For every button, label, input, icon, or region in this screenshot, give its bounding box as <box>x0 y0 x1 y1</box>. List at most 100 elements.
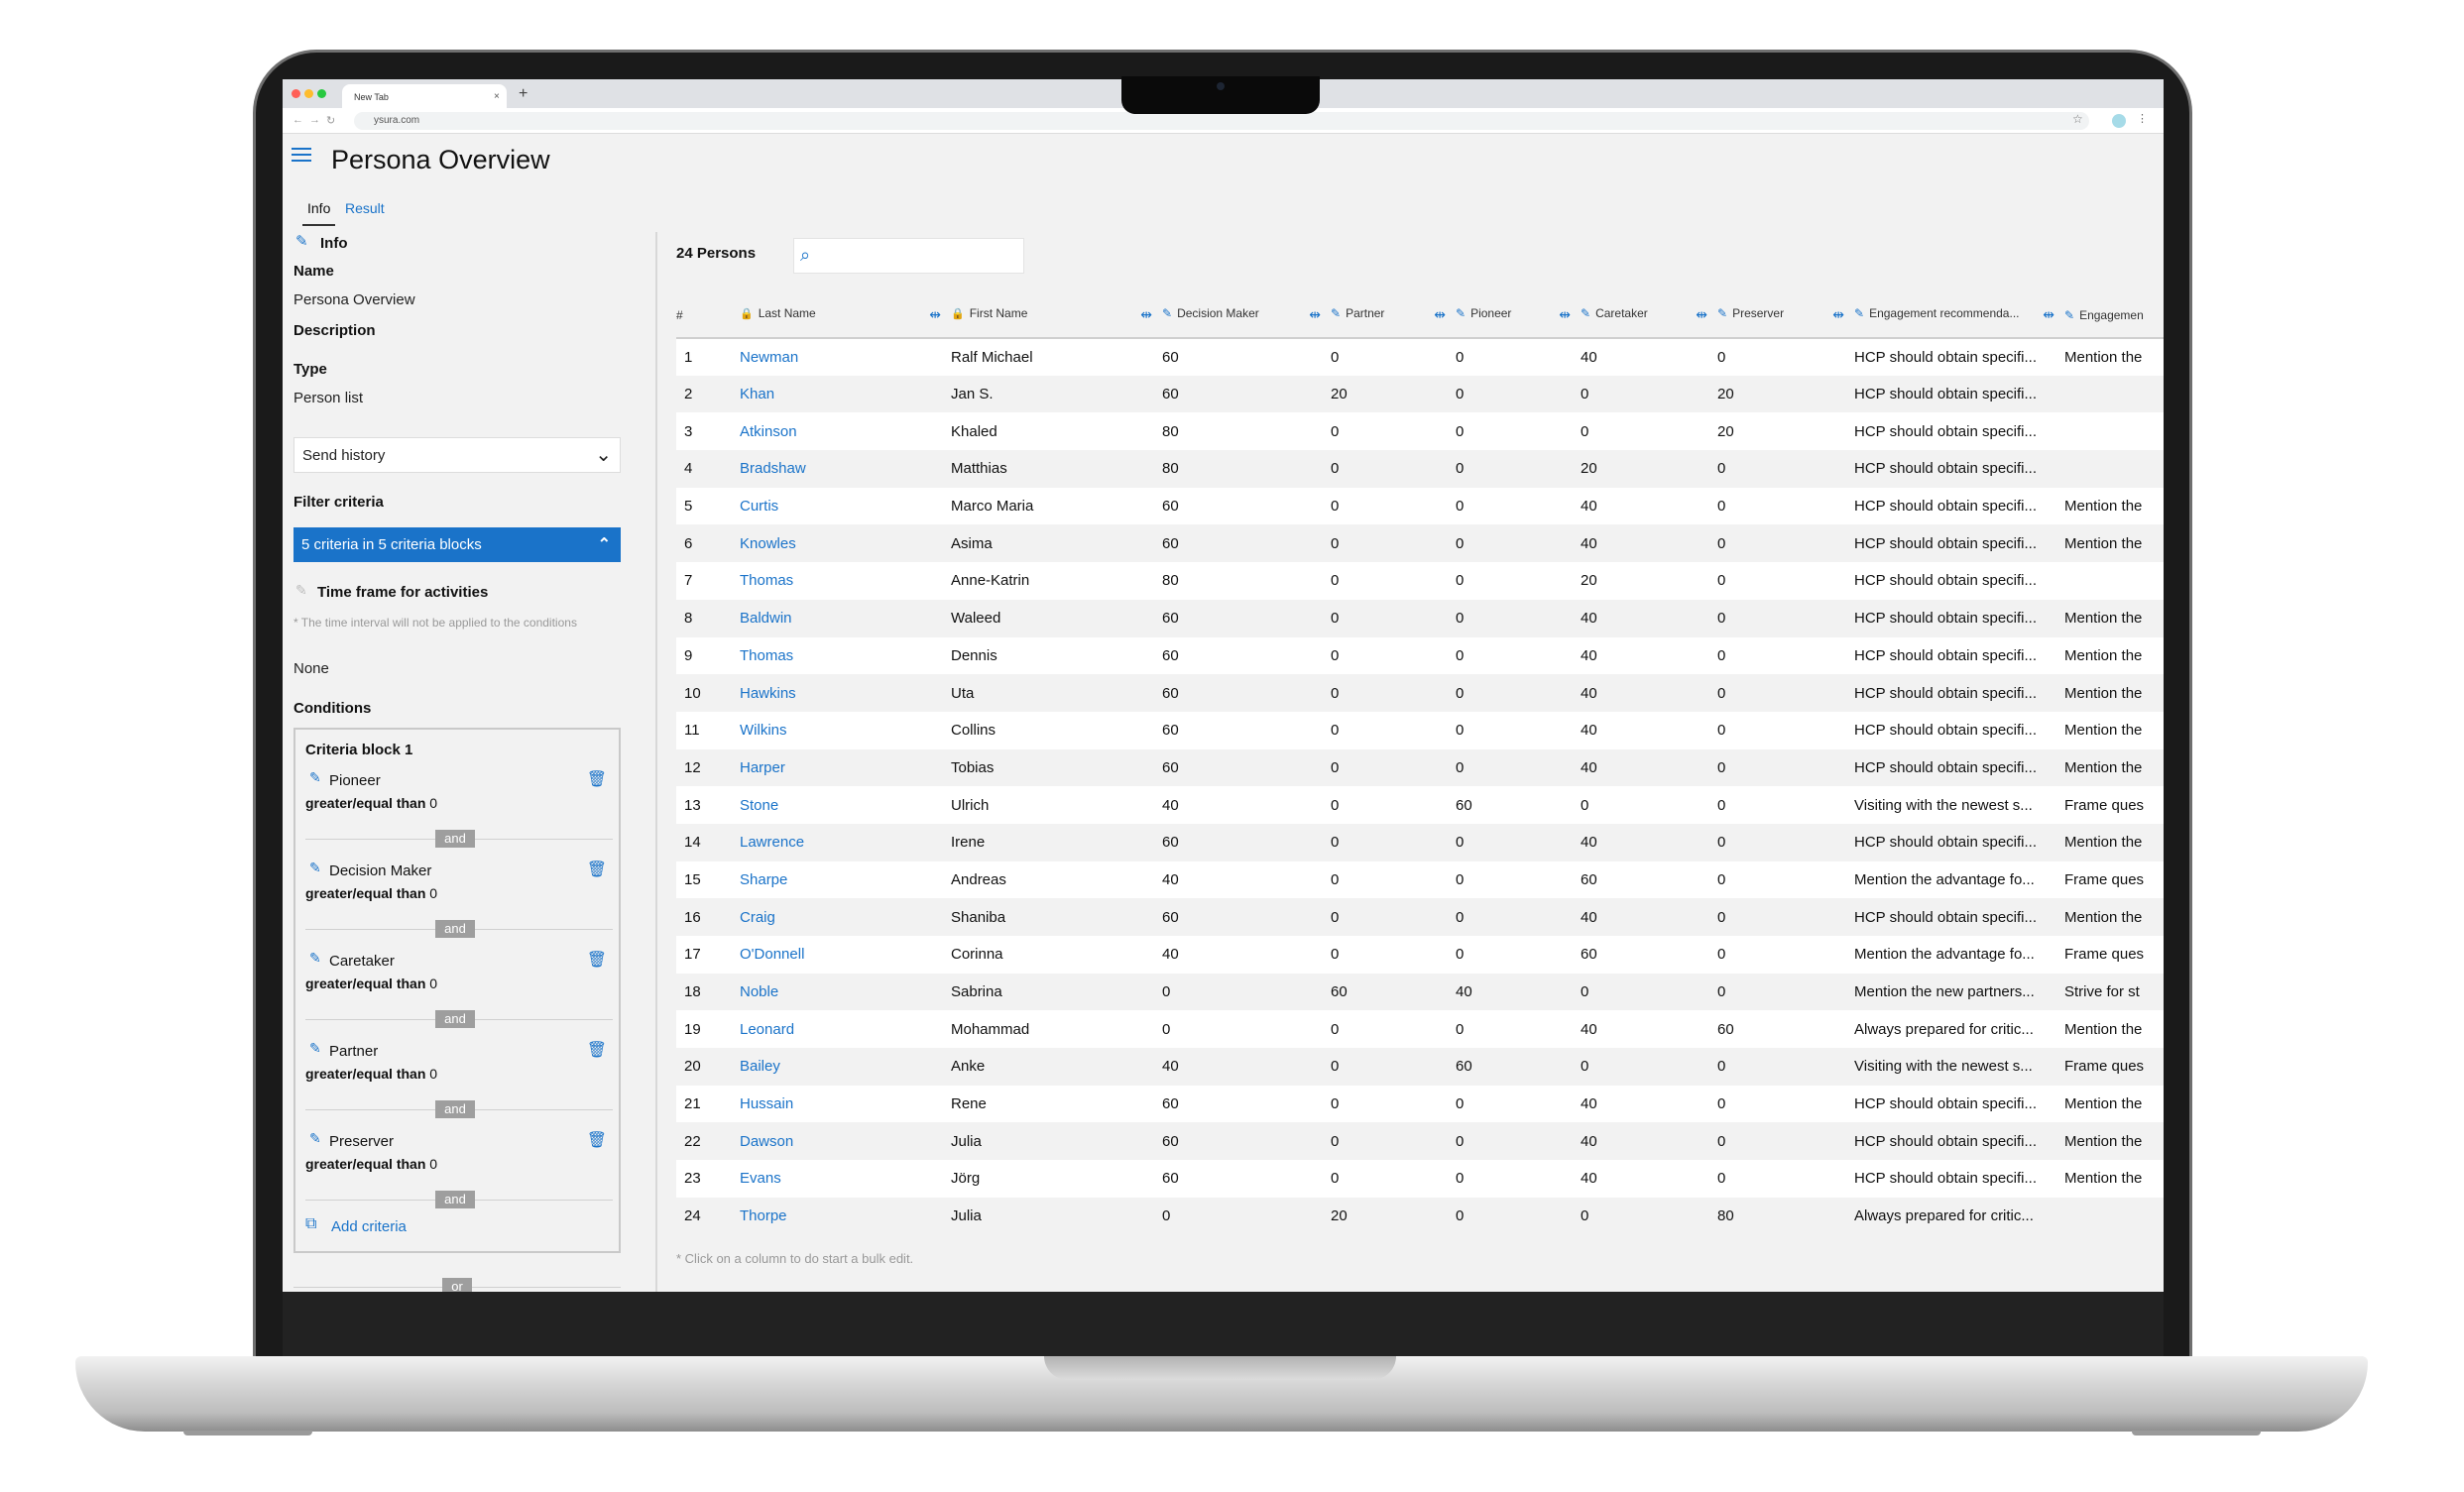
hamburger-icon[interactable] <box>292 148 311 164</box>
last-name-link[interactable]: O'Donnell <box>740 936 951 974</box>
last-name-link[interactable]: Leonard <box>740 1010 951 1049</box>
column-header-decision-maker[interactable]: ✎ Decision Maker ⇹ <box>1162 292 1331 339</box>
table-row[interactable]: 7 Thomas Anne-Katrin 80 0 0 20 0 HCP should obta… <box>676 562 2164 600</box>
last-name-link[interactable]: Knowles <box>740 524 951 563</box>
url-field[interactable]: ysura.com <box>354 112 2089 130</box>
table-row[interactable]: 2 Khan Jan S. 60 20 0 0 20 HCP should obtain spe… <box>676 375 2164 413</box>
table-row[interactable]: 1 Newman Ralf Michael 60 0 0 40 0 HCP should obt… <box>676 338 2164 376</box>
criteria-summary-toggle[interactable]: 5 criteria in 5 criteria blocks ⌃ <box>293 527 621 562</box>
column-header-engagement-recommendation[interactable]: ✎ Engagement recommenda... ⇹ <box>1854 292 2064 339</box>
reload-icon[interactable]: ↻ <box>326 114 335 127</box>
last-name-link[interactable]: Evans <box>740 1160 951 1198</box>
column-header-pioneer[interactable]: ✎ Pioneer ⇹ <box>1456 292 1581 339</box>
edit-pencil-icon[interactable]: ✎ <box>309 860 321 876</box>
column-header-caretaker[interactable]: ✎ Caretaker ⇹ <box>1581 292 1717 339</box>
edit-pencil-icon[interactable]: ✎ <box>309 769 321 786</box>
last-name-link[interactable]: Noble <box>740 973 951 1011</box>
column-header-first-name[interactable]: 🔒 First Name ⇹ <box>951 292 1162 339</box>
column-resize-icon[interactable]: ⇹ <box>1309 306 1321 323</box>
last-name-link[interactable]: Curtis <box>740 487 951 525</box>
table-row[interactable]: 12 Harper Tobias 60 0 0 40 0 HCP should obtain s… <box>676 748 2164 787</box>
last-name-link[interactable]: Bailey <box>740 1048 951 1086</box>
last-name-link[interactable]: Thomas <box>740 636 951 675</box>
edit-pencil-icon[interactable]: ✎ <box>309 1130 321 1147</box>
send-history-select[interactable]: Send history ⌄ <box>293 437 621 473</box>
column-header-preserver[interactable]: ✎ Preserver ⇹ <box>1717 292 1854 339</box>
last-name-link[interactable]: Thorpe <box>740 1197 951 1235</box>
column-header-engagement-2[interactable]: ✎ Engagemen <box>2064 292 2164 339</box>
column-resize-icon[interactable]: ⇹ <box>1832 306 1844 323</box>
edit-pencil-icon[interactable]: ✎ <box>309 1040 321 1057</box>
last-name-link[interactable]: Lawrence <box>740 823 951 861</box>
table-row[interactable]: 8 Baldwin Waleed 60 0 0 40 0 HCP should obtain s… <box>676 599 2164 637</box>
last-name-link[interactable]: Bradshaw <box>740 450 951 488</box>
add-criteria-link[interactable]: Add criteria <box>331 1218 407 1235</box>
last-name-link[interactable]: Newman <box>740 338 951 376</box>
edit-pencil-icon[interactable]: ✎ <box>309 950 321 967</box>
table-row[interactable]: 19 Leonard Mohammad 0 0 0 40 60 Always prepared … <box>676 1010 2164 1049</box>
column-resize-icon[interactable]: ⇹ <box>1696 306 1707 323</box>
table-row[interactable]: 21 Hussain Rene 60 0 0 40 0 HCP should obtain sp… <box>676 1085 2164 1123</box>
new-tab-icon[interactable]: + <box>519 85 528 103</box>
column-header-partner[interactable]: ✎ Partner ⇹ <box>1331 292 1456 339</box>
table-row[interactable]: 3 Atkinson Khaled 80 0 0 0 20 HCP should obtain … <box>676 412 2164 451</box>
column-resize-icon[interactable]: ⇹ <box>1140 306 1152 323</box>
last-name-link[interactable]: Atkinson <box>740 412 951 451</box>
table-row[interactable]: 6 Knowles Asima 60 0 0 40 0 HCP should obtain sp… <box>676 524 2164 563</box>
table-row[interactable]: 18 Noble Sabrina 0 60 40 0 0 Mention the new par… <box>676 973 2164 1011</box>
trash-icon[interactable]: 🗑 <box>587 860 607 879</box>
table-row[interactable]: 10 Hawkins Uta 60 0 0 40 0 HCP should obtain spe… <box>676 674 2164 712</box>
table-row[interactable]: 20 Bailey Anke 40 0 60 0 0 Visiting with the new… <box>676 1048 2164 1086</box>
column-resize-icon[interactable]: ⇹ <box>1434 306 1446 323</box>
last-name-link[interactable]: Craig <box>740 898 951 936</box>
minimize-window-dot[interactable] <box>304 89 313 98</box>
table-row[interactable]: 22 Dawson Julia 60 0 0 40 0 HCP should obtain sp… <box>676 1122 2164 1161</box>
profile-avatar[interactable] <box>2112 114 2126 128</box>
trash-icon[interactable]: 🗑 <box>587 769 607 789</box>
last-name-link[interactable]: Hussain <box>740 1085 951 1123</box>
back-icon[interactable]: ← <box>293 114 303 126</box>
table-row[interactable]: 9 Thomas Dennis 60 0 0 40 0 HCP should obtain sp… <box>676 636 2164 675</box>
table-row[interactable]: 11 Wilkins Collins 60 0 0 40 0 HCP should obtain… <box>676 711 2164 749</box>
table-row[interactable]: 16 Craig Shaniba 60 0 0 40 0 HCP should obtain s… <box>676 898 2164 936</box>
bookmark-star-icon[interactable]: ☆ <box>2072 112 2083 126</box>
trash-icon[interactable]: 🗑 <box>587 950 607 970</box>
maximize-window-dot[interactable] <box>317 89 326 98</box>
column-resize-icon[interactable]: ⇹ <box>1559 306 1571 323</box>
row-number-cell: 13 <box>676 786 740 824</box>
table-row[interactable]: 5 Curtis Marco Maria 60 0 0 40 0 HCP should obta… <box>676 487 2164 525</box>
last-name-link[interactable]: Stone <box>740 786 951 824</box>
criterion-pioneer: ✎ Pioneer 🗑 greater/equal than 0 and <box>305 769 613 859</box>
table-row[interactable]: 15 Sharpe Andreas 40 0 0 60 0 Mention the advant… <box>676 861 2164 899</box>
last-name-link[interactable]: Harper <box>740 748 951 787</box>
last-name-link[interactable]: Baldwin <box>740 599 951 637</box>
table-row[interactable]: 14 Lawrence Irene 60 0 0 40 0 HCP should obtain … <box>676 823 2164 861</box>
time-frame-note: * The time interval will not be applied … <box>293 616 577 630</box>
last-name-link[interactable]: Dawson <box>740 1122 951 1161</box>
tab-info[interactable]: Info <box>302 200 336 226</box>
browser-tab[interactable]: New Tab <box>342 84 507 108</box>
trash-icon[interactable]: 🗑 <box>587 1130 607 1150</box>
table-row[interactable]: 13 Stone Ulrich 40 0 60 0 0 Visiting with the ne… <box>676 786 2164 824</box>
last-name-link[interactable]: Khan <box>740 375 951 413</box>
search-input[interactable]: ⌕ <box>793 238 1024 274</box>
last-name-link[interactable]: Hawkins <box>740 674 951 712</box>
table-row[interactable]: 4 Bradshaw Matthias 80 0 0 20 0 HCP should obtai… <box>676 450 2164 488</box>
table-row[interactable]: 23 Evans Jörg 60 0 0 40 0 HCP should obtain spec… <box>676 1160 2164 1198</box>
column-header-last-name[interactable]: 🔒 Last Name ⇹ <box>740 292 951 339</box>
tab-close-icon[interactable]: × <box>494 91 500 102</box>
column-resize-icon[interactable]: ⇹ <box>929 306 941 323</box>
add-criteria-icon[interactable]: ⧉ <box>305 1215 316 1233</box>
table-row[interactable]: 17 O'Donnell Corinna 40 0 0 60 0 Mention the adv… <box>676 936 2164 974</box>
browser-menu-icon[interactable]: ⋮ <box>2137 112 2148 125</box>
panel-divider[interactable] <box>655 232 657 1292</box>
tab-result[interactable]: Result <box>345 200 385 216</box>
trash-icon[interactable]: 🗑 <box>587 1040 607 1060</box>
table-row[interactable]: 24 Thorpe Julia 0 20 0 0 80 Always prepared for … <box>676 1197 2164 1235</box>
last-name-link[interactable]: Sharpe <box>740 861 951 899</box>
column-resize-icon[interactable]: ⇹ <box>2043 306 2054 323</box>
last-name-link[interactable]: Wilkins <box>740 711 951 749</box>
last-name-link[interactable]: Thomas <box>740 562 951 600</box>
forward-icon[interactable]: → <box>309 114 320 126</box>
close-window-dot[interactable] <box>292 89 300 98</box>
